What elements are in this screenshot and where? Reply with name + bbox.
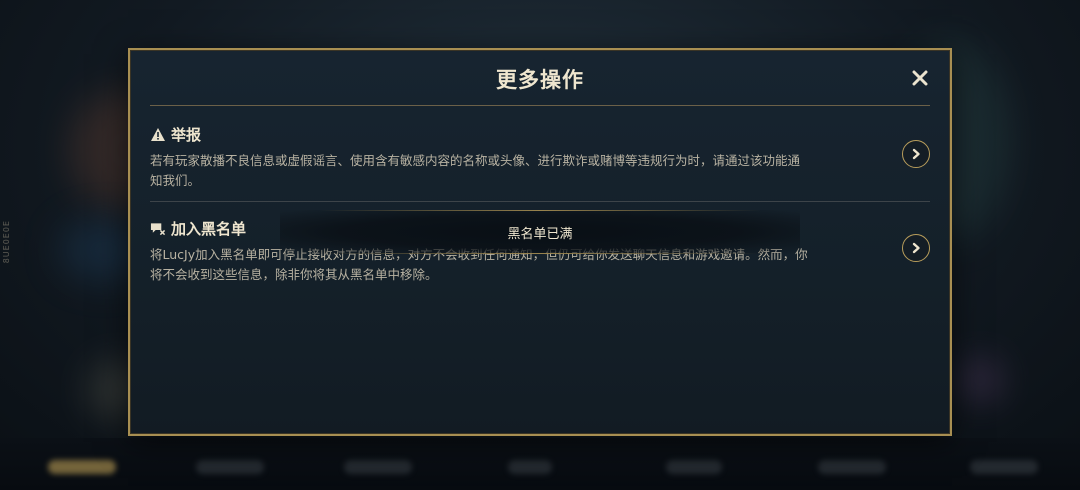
bottom-tab[interactable] xyxy=(196,460,264,474)
bottom-tab[interactable] xyxy=(48,460,116,474)
close-icon xyxy=(912,70,928,86)
toast-notification: 黑名单已满 xyxy=(280,210,800,254)
bottom-tab[interactable] xyxy=(818,460,886,474)
dialog-title: 更多操作 xyxy=(496,68,584,92)
bottom-tab[interactable] xyxy=(344,460,412,474)
warning-icon xyxy=(150,127,166,143)
bottom-navigation-bar xyxy=(0,438,1080,490)
chevron-right-icon xyxy=(912,148,920,160)
close-button[interactable] xyxy=(908,66,932,90)
report-description: 若有玩家散播不良信息或虚假谣言、使用含有敏感内容的名称或头像、进行欺诈或赌博等违… xyxy=(150,153,801,188)
title-divider xyxy=(150,105,930,106)
blacklist-title: 加入黑名单 xyxy=(171,220,247,238)
block-message-icon xyxy=(150,221,166,237)
report-title: 举报 xyxy=(171,126,202,144)
section-divider xyxy=(150,201,930,202)
toast-text: 黑名单已满 xyxy=(507,226,573,242)
side-label: 8UE0E0E xyxy=(2,220,11,264)
report-arrow-button[interactable] xyxy=(902,140,930,168)
background-blur-shape xyxy=(960,360,1000,400)
blacklist-arrow-button[interactable] xyxy=(902,234,930,262)
bottom-tab[interactable] xyxy=(970,460,1038,474)
bottom-tab[interactable] xyxy=(666,460,722,474)
bottom-tab[interactable] xyxy=(508,460,552,474)
report-section[interactable]: 举报 若有玩家散播不良信息或虚假谣言、使用含有敏感内容的名称或头像、进行欺诈或赌… xyxy=(150,124,930,191)
chevron-right-icon xyxy=(912,242,920,254)
